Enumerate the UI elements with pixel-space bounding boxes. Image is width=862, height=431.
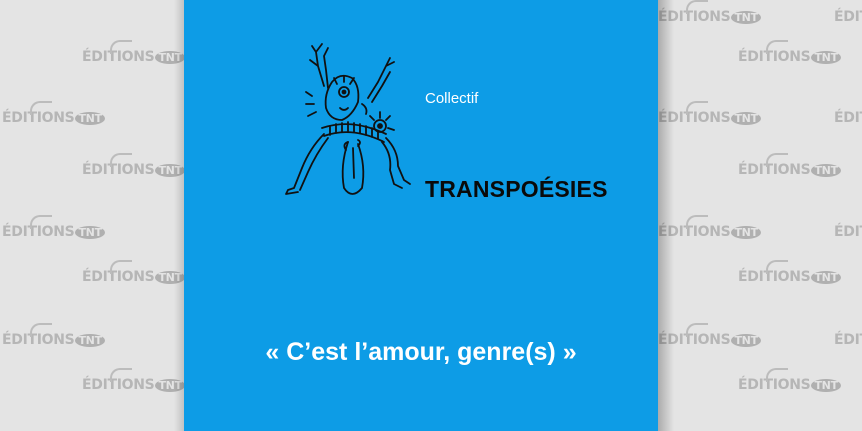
book-shadow-right [658,0,674,431]
book-subtitle: « C’est l’amour, genre(s) » [265,338,577,366]
watermark-logo: ÉDITIONS TNT [738,153,841,177]
book-shadow-left [174,0,184,431]
watermark-logo: ÉDITIONS TNT [738,40,841,64]
watermark-logo: ÉDITIONS TNT [738,368,841,392]
watermark-logo: ÉDITIONS [834,110,862,126]
watermark-logo: ÉDITIONS TNT [2,323,105,347]
watermark-logo: ÉDITIONS TNT [82,368,185,392]
watermark-logo: ÉDITIONS TNT [82,260,185,284]
dancing-figure-illustration [285,43,411,195]
watermark-logo: ÉDITIONS [834,332,862,348]
author-name: Collectif [425,90,479,107]
watermark-logo: ÉDITIONS TNT [2,215,105,239]
watermark-logo: ÉDITIONS [834,9,862,25]
book-title: TRANSPOÉSIES [425,176,608,202]
watermark-logo: ÉDITIONS TNT [82,153,185,177]
watermark-logo: ÉDITIONS TNT [738,260,841,284]
book-cover: Collectif TRANSPOÉSIES « C’est l’amour, … [184,0,658,431]
watermark-logo: ÉDITIONS [834,224,862,240]
watermark-logo: ÉDITIONS TNT [82,40,185,64]
watermark-logo: ÉDITIONS TNT [2,101,105,125]
